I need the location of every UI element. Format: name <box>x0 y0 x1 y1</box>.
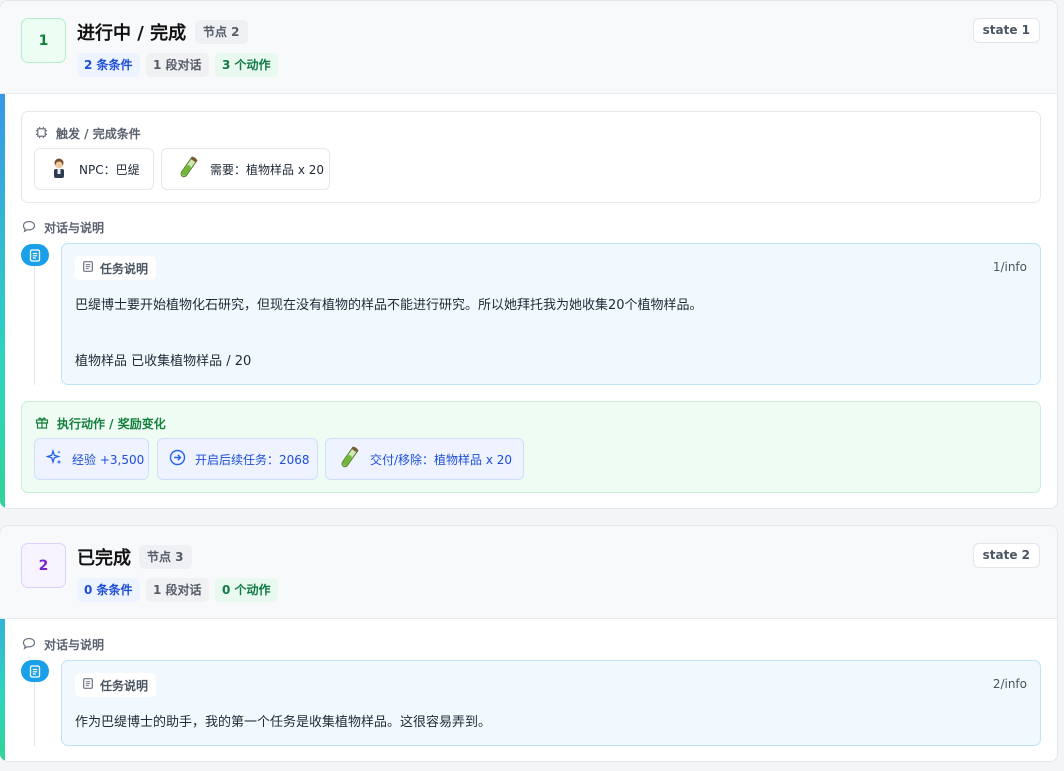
actions-count-badge: 3 个动作 <box>215 53 278 77</box>
card-header: 2 已完成 节点 3 0 条条件 1 段对话 0 个动作 state 2 <box>0 526 1057 619</box>
action-chip-deliver[interactable]: 交付/移除：植物样品 x 20 <box>325 438 524 480</box>
conditions-count-badge: 0 条条件 <box>77 578 140 602</box>
note-icon <box>83 678 93 692</box>
chat-bubble-icon <box>22 637 36 653</box>
document-icon <box>21 660 49 682</box>
dialog-line: 巴缇博士要开始植物化石研究，但现在没有植物的样品不能进行研究。所以她拜托我为她收… <box>75 298 703 313</box>
conditions-panel: 触发 / 完成条件 NPC：巴缇 需要：植物样品 x 20 <box>21 111 1041 203</box>
node-title: 已完成 <box>77 548 131 569</box>
conditions-count-badge: 2 条条件 <box>77 53 140 77</box>
action-chip-exp[interactable]: 经验 +3,500 <box>34 438 149 480</box>
gift-icon <box>35 415 49 432</box>
condition-chip-npc[interactable]: NPC：巴缇 <box>34 148 154 190</box>
npc-portrait-icon <box>49 157 69 182</box>
condition-label: NPC：巴缇 <box>79 162 140 177</box>
info-index: 1/info <box>992 260 1027 274</box>
action-chip-next-quest[interactable]: 开启后续任务：2068 <box>157 438 318 480</box>
chat-bubble-icon <box>22 220 36 236</box>
action-label: 交付/移除：植物样品 x 20 <box>370 452 513 467</box>
note-icon <box>83 261 93 275</box>
cpu-icon <box>35 126 48 142</box>
info-tag: 任务说明 <box>75 256 157 280</box>
actions-section-title: 执行动作 / 奖励变化 <box>35 415 166 432</box>
info-tag: 任务说明 <box>75 673 157 697</box>
quest-node-card-2: 2 已完成 节点 3 0 条条件 1 段对话 0 个动作 state 2 对话与… <box>0 525 1058 762</box>
conditions-section-title: 触发 / 完成条件 <box>35 125 141 142</box>
dialogs-count-badge: 1 段对话 <box>146 53 209 77</box>
actions-count-badge: 0 个动作 <box>215 578 278 602</box>
node-number: 2 <box>21 543 66 588</box>
quest-node-card-1: 1 进行中 / 完成 节点 2 2 条条件 1 段对话 3 个动作 state … <box>0 0 1058 509</box>
node-label-badge: 节点 2 <box>195 20 248 44</box>
node-label-badge: 节点 3 <box>139 545 192 569</box>
actions-panel: 执行动作 / 奖励变化 经验 +3,500 开启后续任务：2068 交付/移除：… <box>21 401 1041 493</box>
sparkle-icon <box>45 448 63 469</box>
dialogs-count-badge: 1 段对话 <box>146 578 209 602</box>
action-label: 开启后续任务：2068 <box>195 452 310 467</box>
dialog-line: 作为巴缇博士的助手，我的第一个任务是收集植物样品。这很容易弄到。 <box>75 715 492 730</box>
state-badge: state 1 <box>972 18 1040 43</box>
node-title: 进行中 / 完成 <box>77 23 187 44</box>
arrow-right-circle-icon <box>169 449 186 469</box>
state-badge: state 2 <box>972 543 1040 568</box>
action-label: 经验 +3,500 <box>72 452 145 467</box>
info-index: 2/info <box>992 677 1027 691</box>
dialog-section-title: 对话与说明 <box>22 219 104 236</box>
dialog-entry: 任务说明 1/info 巴缇博士要开始植物化石研究，但现在没有植物的样品不能进行… <box>61 243 1041 385</box>
timeline-line <box>34 257 35 385</box>
document-icon <box>21 244 49 266</box>
condition-label: 需要：植物样品 x 20 <box>210 162 325 177</box>
dialog-entry: 任务说明 2/info 作为巴缇博士的助手，我的第一个任务是收集植物样品。这很容… <box>61 660 1041 746</box>
card-header: 1 进行中 / 完成 节点 2 2 条条件 1 段对话 3 个动作 state … <box>0 1 1057 94</box>
node-number: 1 <box>21 18 66 63</box>
condition-chip-item[interactable]: 需要：植物样品 x 20 <box>161 148 330 190</box>
dialog-line: 植物样品 已收集植物样品 / 20 <box>75 354 252 369</box>
plant-sample-item-icon <box>176 155 200 184</box>
plant-sample-item-icon <box>337 445 361 474</box>
timeline-line <box>34 674 35 746</box>
dialog-section-title: 对话与说明 <box>22 636 104 653</box>
